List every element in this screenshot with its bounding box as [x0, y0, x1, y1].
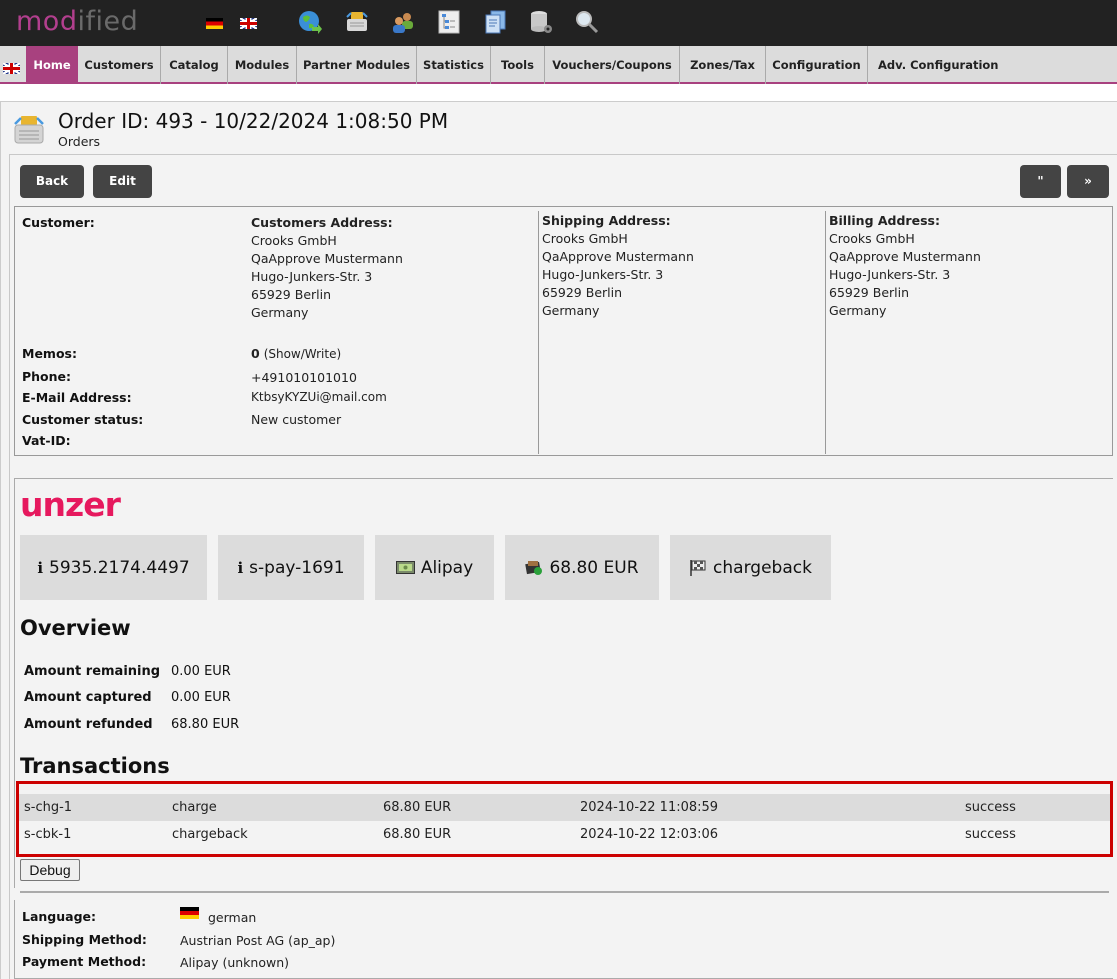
nav-catalog[interactable]: Catalog	[161, 46, 228, 84]
german-flag-icon	[180, 907, 199, 919]
vat-id-label: Vat-ID:	[22, 433, 71, 448]
transaction-type: chargeback	[172, 827, 248, 842]
transaction-date: 2024-10-22 11:08:59	[580, 800, 719, 815]
nav-adv-configuration[interactable]: Adv. Configuration	[868, 46, 1002, 84]
nav-customers[interactable]: Customers	[78, 46, 161, 84]
shipping-method-label: Shipping Method:	[22, 932, 147, 947]
memos-label: Memos:	[22, 346, 77, 361]
customers-address: Customers Address: Crooks GmbH QaApprove…	[251, 215, 403, 320]
payment-short-id-tile: i s-pay-1691	[218, 535, 364, 600]
transaction-amount: 68.80 EUR	[383, 800, 452, 815]
customer-label: Customer:	[22, 215, 95, 230]
customer-status-value: New customer	[251, 412, 342, 427]
main-navigation: Home Customers Catalog Modules Partner M…	[0, 46, 1117, 84]
phone-value: +491010101010	[251, 370, 357, 385]
documents-icon[interactable]	[482, 9, 508, 35]
uk-flag-icon[interactable]	[240, 18, 257, 29]
payment-method-label: Payment Method:	[22, 954, 147, 969]
modified-logo[interactable]: modified	[16, 6, 138, 37]
transaction-row: s-cbk-1 chargeback 68.80 EUR 2024-10-22 …	[19, 821, 1110, 848]
nav-statistics[interactable]: Statistics	[417, 46, 491, 84]
page-title: Order ID: 493 - 10/22/2024 1:08:50 PM	[58, 109, 449, 133]
amount-refunded-value: 68.80 EUR	[171, 717, 240, 732]
payment-amount-tile: 68.80 EUR	[505, 535, 659, 600]
column-divider	[825, 211, 826, 454]
page-subtitle: Orders	[58, 134, 101, 149]
back-button[interactable]: Back	[20, 165, 84, 198]
next-order-button[interactable]: »	[1067, 165, 1109, 198]
payment-state-tile: chargeback	[670, 535, 831, 600]
nav-configuration[interactable]: Configuration	[766, 46, 868, 84]
payment-method-value: Alipay (unknown)	[180, 955, 290, 970]
edit-button[interactable]: Edit	[93, 165, 152, 198]
basket-icon[interactable]	[344, 9, 370, 35]
transaction-id: s-cbk-1	[24, 827, 72, 842]
transaction-type: charge	[172, 800, 217, 815]
phone-label: Phone:	[22, 369, 72, 384]
amount-remaining-value: 0.00 EUR	[171, 664, 231, 679]
orders-basket-icon	[14, 116, 44, 144]
unzer-logo: unzer	[20, 485, 121, 524]
info-icon: i	[237, 558, 244, 577]
sitemap-icon[interactable]	[436, 9, 462, 35]
customers-icon[interactable]	[390, 9, 416, 35]
payment-method-tile: Alipay	[375, 535, 494, 600]
language-label: Language:	[22, 909, 97, 924]
payment-card-icon	[395, 561, 415, 574]
billing-address: Billing Address: Crooks GmbH QaApprove M…	[829, 213, 981, 318]
nav-zones-tax[interactable]: Zones/Tax	[680, 46, 766, 84]
payment-id-tile: i 5935.2174.4497	[20, 535, 207, 600]
shipping-address: Shipping Address: Crooks GmbH QaApprove …	[542, 213, 694, 318]
nav-modules[interactable]: Modules	[228, 46, 297, 84]
column-divider	[538, 211, 539, 454]
nav-tools[interactable]: Tools	[491, 46, 545, 84]
language-value: german	[208, 910, 257, 925]
info-icon: i	[37, 558, 44, 577]
transaction-id: s-chg-1	[24, 800, 73, 815]
amount-remaining-label: Amount remaining	[24, 664, 161, 679]
memos-value: 0 (Show/Write)	[251, 346, 341, 361]
transaction-date: 2024-10-22 12:03:06	[580, 827, 719, 842]
transactions-heading: Transactions	[20, 754, 170, 778]
email-label: E-Mail Address:	[22, 390, 132, 405]
flag-icon	[690, 559, 706, 576]
overview-heading: Overview	[20, 616, 131, 640]
transaction-status: success	[965, 827, 1016, 842]
debug-button[interactable]: Debug	[20, 859, 80, 881]
globe-icon[interactable]	[297, 9, 323, 35]
nav-vouchers-coupons[interactable]: Vouchers/Coupons	[545, 46, 680, 84]
previous-order-button[interactable]: "	[1020, 165, 1061, 198]
order-meta-box	[14, 900, 1113, 979]
database-icon[interactable]	[528, 9, 554, 35]
german-flag-icon[interactable]	[206, 18, 223, 29]
memos-count: 0	[251, 346, 260, 361]
nav-home[interactable]: Home	[26, 46, 78, 84]
customer-status-label: Customer status:	[22, 412, 144, 427]
shipping-method-value: Austrian Post AG (ap_ap)	[180, 933, 336, 948]
email-link[interactable]: KtbsyKYZUi@mail.com	[251, 390, 387, 404]
section-divider	[20, 891, 1109, 893]
top-bar: modified	[0, 0, 1117, 46]
search-icon[interactable]	[574, 9, 600, 35]
money-icon	[525, 561, 543, 575]
transaction-row: s-chg-1 charge 68.80 EUR 2024-10-22 11:0…	[19, 794, 1110, 821]
nav-partner-modules[interactable]: Partner Modules	[297, 46, 417, 84]
amount-refunded-label: Amount refunded	[24, 717, 153, 732]
transaction-status: success	[965, 800, 1016, 815]
uk-flag-icon[interactable]	[3, 63, 20, 74]
transaction-amount: 68.80 EUR	[383, 827, 452, 842]
amount-captured-label: Amount captured	[24, 690, 152, 705]
amount-captured-value: 0.00 EUR	[171, 690, 231, 705]
memos-show-write-link[interactable]: (Show/Write)	[264, 347, 341, 361]
